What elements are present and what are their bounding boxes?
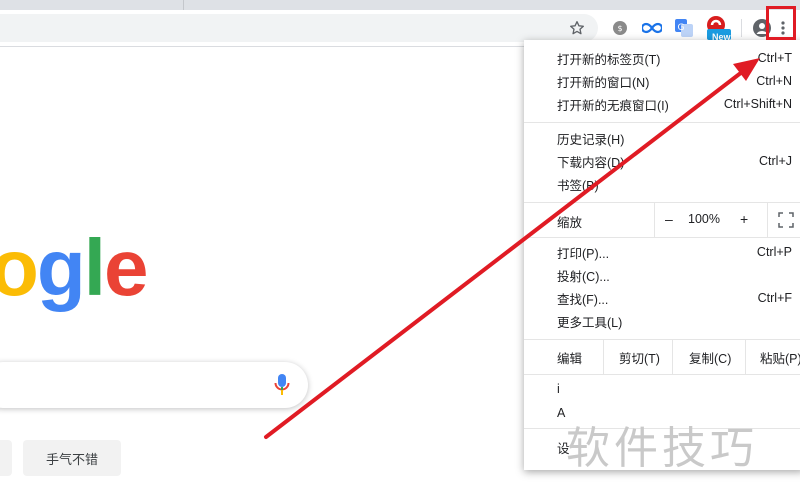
watermark-text: 软件技巧 bbox=[566, 423, 758, 474]
